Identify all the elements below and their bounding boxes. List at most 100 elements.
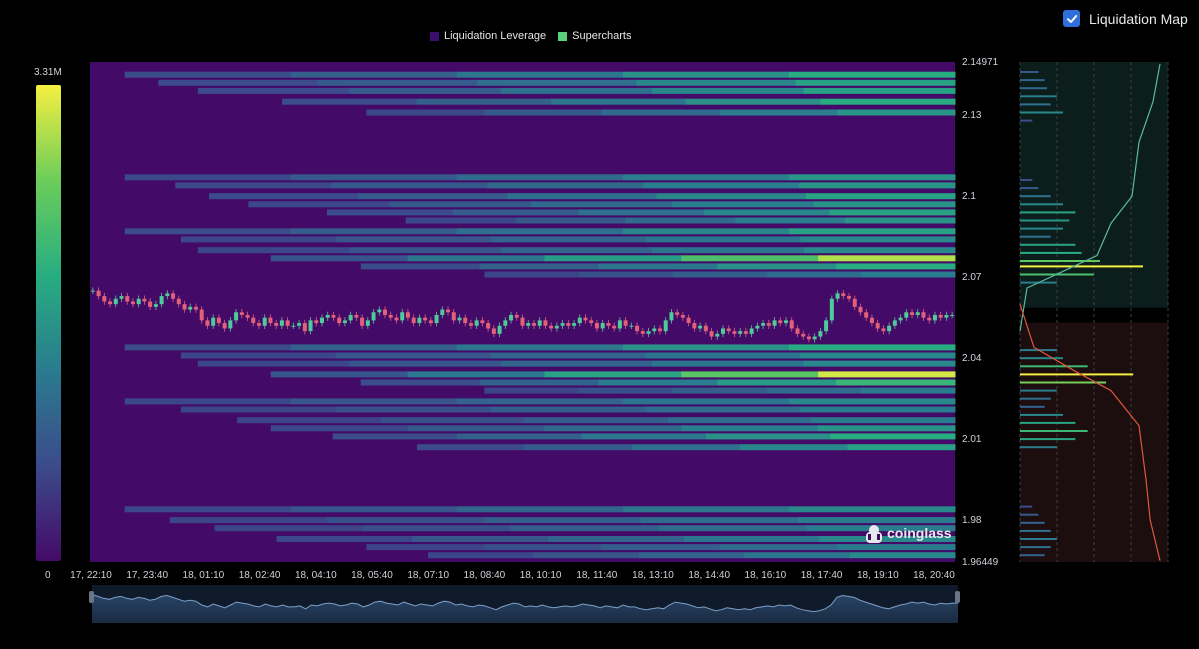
heatmap-band [360,263,481,270]
candle-body [761,323,766,326]
time-axis: 17, 22:10 17, 23:40 18, 01:10 18, 02:40 18, … [70,570,955,581]
heatmap-band [681,371,819,378]
candle-body [520,317,525,326]
x-tick-label: 18, 11:40 [576,570,617,581]
candle-body [148,301,153,307]
colorscale-max-label: 3.31M [34,67,62,78]
heatmap-band [735,217,846,224]
candle-body [377,309,382,313]
heatmap-band [803,87,956,94]
heatmap-band [547,536,685,542]
candle-body [434,314,439,324]
heatmap-band [175,182,332,189]
heatmap-band [836,379,956,386]
x-tick-label: 18, 05:40 [351,570,393,581]
candle-body [829,298,834,321]
overview-left-handle[interactable] [89,591,94,603]
candle-body [680,314,685,318]
candle-body [594,323,599,329]
candle-body [772,320,777,326]
candle-body [165,293,170,297]
heatmap-band [744,552,851,559]
colorscale-min-label: 0 [45,570,51,581]
candle-body [652,328,657,332]
candle-body [394,317,399,321]
heatmap-band [636,79,797,86]
candle-body [824,320,829,332]
heatmap-band [335,352,491,359]
heatmap-band [645,406,801,413]
candle-body [136,298,141,305]
heatmap-band [551,98,687,105]
candle-body [847,296,852,299]
heatmap-band [703,209,830,216]
heatmap-band [788,344,956,351]
candle-body [887,325,892,332]
liquidation-heatmap [90,62,956,562]
heatmap-band [601,109,720,116]
candle-body [841,293,846,297]
candle-body [337,317,342,324]
liquidation-bar [1020,421,1076,424]
candle-body [314,320,319,324]
heatmap-band [490,236,646,243]
heatmap-band [706,433,832,440]
heatmap-band [456,398,624,405]
heatmap-band [407,255,545,262]
candle-body [577,317,582,324]
heatmap-band [180,406,337,413]
candle-body [589,320,594,324]
heatmap-band [795,79,956,86]
candle-body [927,317,932,321]
x-tick-label: 18, 07:10 [407,570,449,581]
timeline-overview[interactable] [89,585,960,623]
heatmap-band [124,398,292,405]
candle-body [153,304,158,307]
candle-body [600,323,605,329]
heatmap-band [169,517,328,524]
candle-body [537,320,542,326]
heatmap-band [797,517,956,524]
heatmap-band [717,263,837,270]
candle-body [176,298,181,305]
y-tick-label: 2.14971 [962,57,999,68]
candle-body [629,325,634,327]
heatmap-band [331,182,488,189]
heatmap-band [640,517,799,524]
heatmap-band [349,87,502,94]
candle-body [262,317,267,326]
heatmap-band [500,247,653,254]
heatmap-band [515,217,626,224]
y-tick-label: 2.04 [962,353,982,364]
candle-body [726,328,731,332]
heatmap-band [360,379,481,386]
candle-body [331,314,336,318]
heatmap-band [788,506,956,513]
candle-body [325,314,330,318]
candle-body [566,323,571,326]
liquidation-bar [1020,365,1088,368]
heatmap-band [290,71,458,78]
heatmap-band [412,536,549,542]
heatmap-band [578,271,674,278]
candle-body [640,331,645,334]
candle-body [108,301,113,305]
candle-body [411,317,416,324]
heatmap-band [484,387,579,394]
candle-body [228,320,233,329]
candle-body [549,325,554,329]
candle-body [274,323,279,326]
heatmap-band [214,525,364,532]
liquidation-bar [1020,243,1076,246]
heatmap-band [237,417,382,424]
heatmap-band [544,255,682,262]
candle-body [291,325,296,327]
heatmap-band [800,352,956,359]
liquidation-bar [1020,413,1063,416]
heatmap-background [90,62,955,562]
heatmap-band [845,217,956,224]
overview-right-handle[interactable] [955,591,960,603]
candle-body [457,317,462,321]
candle-body [709,331,714,337]
candle-body [142,298,147,302]
